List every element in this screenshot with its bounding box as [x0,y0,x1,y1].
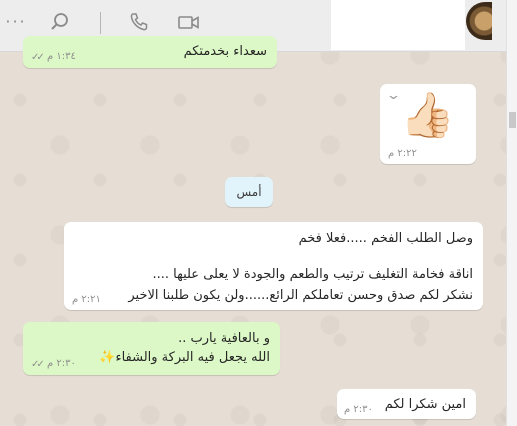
message-time: ٢:٣٠ م [47,358,76,369]
scrollbar[interactable] [506,0,517,426]
message-text: سعداء بخدمتكم [183,44,267,59]
read-ticks-icon: ✓✓ [31,359,45,370]
message-time: ١:٣٤ م [47,51,76,62]
video-call-icon[interactable] [177,12,201,36]
message-line: نشكر لكم صدق وحسن تعاملكم الرائع......ول… [128,288,473,303]
message-time: ٢:٢٢ م [388,148,417,159]
message-bubble-outgoing[interactable]: و بالعافية يارب .. الله يجعل فيه البركة … [23,322,280,375]
thumbs-up-icon: 👍🏻 [400,90,455,141]
message-line: اناقة فخامة التغليف ترتيب والطعم والجودة… [152,267,473,282]
read-ticks-icon: ✓✓ [31,52,45,63]
phone-icon[interactable] [127,12,151,36]
search-icon[interactable] [48,12,72,36]
message-bubble-incoming[interactable]: وصل الطلب الفخم .....فعلا فخم اناقة فخام… [64,222,483,310]
more-options-icon[interactable]: ··· [4,10,28,34]
chevron-down-icon[interactable]: ⌄ [386,88,401,103]
contact-title-area[interactable] [331,0,465,50]
avatar[interactable] [466,2,492,40]
scrollbar-thumb[interactable] [509,112,516,128]
date-divider-chip: أمس [225,177,273,207]
message-time: ٢:٣٠ م [344,404,373,415]
message-bubble-outgoing[interactable]: سعداء بخدمتكم ✓✓ ١:٣٤ م [23,36,277,68]
message-line: الله يجعل فيه البركة والشفاء✨ [99,350,270,365]
message-bubble-incoming[interactable]: امين شكرا لكم ٢:٣٠ م [337,389,476,419]
message-line: و بالعافية يارب .. [178,331,270,346]
header-divider [100,12,101,34]
message-line: وصل الطلب الفخم .....فعلا فخم [298,231,473,246]
message-time: ٢:٢١ م [72,294,101,305]
message-text: امين شكرا لكم [384,397,466,412]
message-bubble-incoming[interactable]: ⌄ 👍🏻 ٢:٢٢ م [380,84,476,164]
